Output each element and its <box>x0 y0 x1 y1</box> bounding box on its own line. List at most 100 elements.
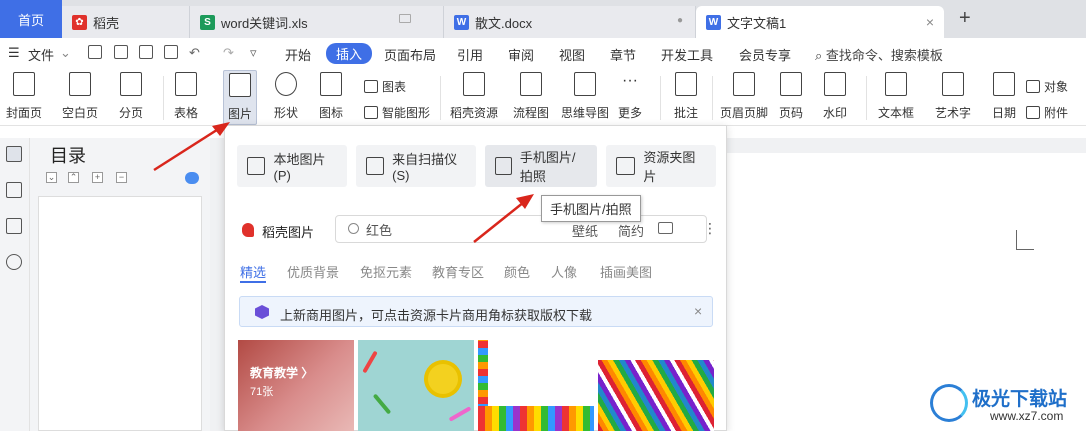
menu-member[interactable]: 会员专享 <box>739 45 791 64</box>
option-label: 资源夹图片 <box>643 150 696 184</box>
picture-card-pencils[interactable] <box>598 340 714 431</box>
smart-art-icon <box>364 106 378 119</box>
icon-button[interactable]: 图标 <box>319 72 343 121</box>
category-portraits[interactable]: 人像 <box>551 262 577 281</box>
command-search-text: 查找命令、搜索模板 <box>825 48 943 63</box>
page-number-label: 页码 <box>779 106 804 120</box>
category-backgrounds[interactable]: 优质背景 <box>287 262 339 281</box>
picture-button[interactable]: 图片 <box>223 70 258 125</box>
add-tab-button[interactable]: + <box>959 7 971 30</box>
watermark-icon <box>824 72 846 96</box>
art-text-button[interactable]: 艺术字 <box>935 72 971 121</box>
command-search[interactable]: ⌕ 查找命令、搜索模板 <box>815 45 943 64</box>
phone-picture-option[interactable]: 手机图片/拍照 <box>485 145 597 187</box>
category-education[interactable]: 教育专区 <box>432 262 484 281</box>
remove-level-icon[interactable]: − <box>116 172 127 183</box>
cover-page-button[interactable]: 封面页 <box>6 72 42 121</box>
picture-dropdown: 本地图片(P) 来自扫描仪(S) 手机图片/拍照 资源夹图片 稻壳图片 壁纸 简… <box>224 125 727 431</box>
attachment-label: 附件 <box>1044 106 1069 120</box>
menu-page-layout[interactable]: 页面布局 <box>384 45 436 64</box>
document-icon: W <box>454 14 469 30</box>
object-label: 对象 <box>1044 80 1069 94</box>
add-level-icon[interactable]: + <box>92 172 103 183</box>
hamburger-icon[interactable]: ☰ <box>8 45 20 61</box>
mindmap-button[interactable]: 思维导图 <box>561 72 609 121</box>
shape-button[interactable]: 形状 <box>274 72 298 121</box>
search-tag-simple[interactable]: 简约 <box>618 221 644 240</box>
tab-wenzi-wengao[interactable]: W 文字文稿1 × <box>696 6 944 38</box>
camera-search-icon[interactable] <box>658 222 673 234</box>
tab-home[interactable]: 首页 <box>0 0 62 38</box>
flowchart-icon <box>520 72 542 96</box>
scanner-option[interactable]: 来自扫描仪(S) <box>356 145 476 187</box>
phone-photo-icon <box>495 157 512 175</box>
chevron-down-icon[interactable]: ⌄ <box>60 45 71 61</box>
blank-page-button[interactable]: 空白页 <box>62 72 98 121</box>
export-icon[interactable] <box>114 45 128 59</box>
page-break-button[interactable]: 分页 <box>119 72 143 121</box>
category-illustrations[interactable]: 插画美图 <box>600 262 652 281</box>
icon-label: 图标 <box>319 106 344 120</box>
search-tag-wallpaper[interactable]: 壁纸 <box>572 221 598 240</box>
picture-card-flower[interactable] <box>358 340 474 431</box>
bookmark-icon[interactable] <box>6 218 22 234</box>
tab-sanwen[interactable]: W 散文.docx ● <box>444 6 696 38</box>
close-icon[interactable]: × <box>694 303 702 319</box>
save-icon[interactable] <box>88 45 102 59</box>
search-icon: ⌕ <box>815 48 823 63</box>
redo-icon[interactable]: ↷ <box>223 45 234 61</box>
header-footer-button[interactable]: 页眉页脚 <box>720 72 768 121</box>
undo-icon[interactable]: ↶ <box>189 45 200 61</box>
expand-icon[interactable]: ⌃ <box>68 172 79 183</box>
picture-card-education[interactable]: 教育教学 〉 71张 <box>238 340 354 431</box>
search-icon[interactable] <box>6 254 22 270</box>
shape-icon <box>275 72 297 96</box>
more-button[interactable]: ··· 更多 <box>618 72 642 121</box>
object-button[interactable]: 对象 <box>1026 78 1068 95</box>
more-options-icon[interactable]: ⋮ <box>703 220 717 237</box>
attachment-button[interactable]: 附件 <box>1026 104 1068 121</box>
menu-view[interactable]: 视图 <box>559 45 585 64</box>
local-picture-option[interactable]: 本地图片(P) <box>237 145 347 187</box>
date-button[interactable]: 日期 <box>992 72 1016 121</box>
textbox-label: 文本框 <box>878 106 915 120</box>
ribbon-divider <box>712 76 713 120</box>
category-colors[interactable]: 颜色 <box>504 262 530 281</box>
watermark-button[interactable]: 水印 <box>823 72 847 121</box>
comment-button[interactable]: 批注 <box>674 72 698 121</box>
navigation-icon[interactable] <box>6 182 22 198</box>
close-icon[interactable]: × <box>926 14 934 30</box>
textbox-button[interactable]: 文本框 <box>878 72 914 121</box>
tab-word-keywords[interactable]: S word关键词.xls <box>190 6 444 38</box>
customize-icon[interactable]: ▿ <box>250 45 257 61</box>
print-preview-icon[interactable] <box>164 45 178 59</box>
table-button[interactable]: 表格 <box>174 72 198 121</box>
menu-start[interactable]: 开始 <box>285 45 311 64</box>
picture-card-crayons[interactable] <box>478 340 594 431</box>
picture-icon <box>247 157 266 175</box>
menu-insert[interactable]: 插入 <box>326 43 373 64</box>
menu-chapter[interactable]: 章节 <box>610 45 636 64</box>
mindmap-icon <box>574 72 596 96</box>
menu-reference[interactable]: 引用 <box>457 45 483 64</box>
daoke-resources-button[interactable]: 稻壳资源 <box>450 72 498 121</box>
chart-button[interactable]: 图表 <box>364 78 406 95</box>
smart-art-button[interactable]: 智能图形 <box>364 104 430 121</box>
page-margin-mark <box>1016 230 1034 250</box>
menu-dev-tools[interactable]: 开发工具 <box>661 45 713 64</box>
collapse-icon[interactable]: ⌄ <box>46 172 57 183</box>
watermark-name: 极光下载站 <box>972 389 1068 410</box>
picture-icon <box>229 73 251 97</box>
resource-folder-option[interactable]: 资源夹图片 <box>606 145 716 187</box>
print-icon[interactable] <box>139 45 153 59</box>
tab-daoke[interactable]: ✿ 稻壳 <box>62 6 190 38</box>
option-label: 来自扫描仪(S) <box>392 152 458 183</box>
menu-review[interactable]: 审阅 <box>508 45 534 64</box>
category-featured[interactable]: 精选 <box>240 262 266 281</box>
toc-panel-icon[interactable] <box>6 146 22 162</box>
flowchart-button[interactable]: 流程图 <box>513 72 549 121</box>
page-number-button[interactable]: 页码 <box>779 72 803 121</box>
menu-file[interactable]: 文件 <box>28 45 54 64</box>
category-cutouts[interactable]: 免抠元素 <box>360 262 412 281</box>
page-number-icon <box>780 72 802 96</box>
